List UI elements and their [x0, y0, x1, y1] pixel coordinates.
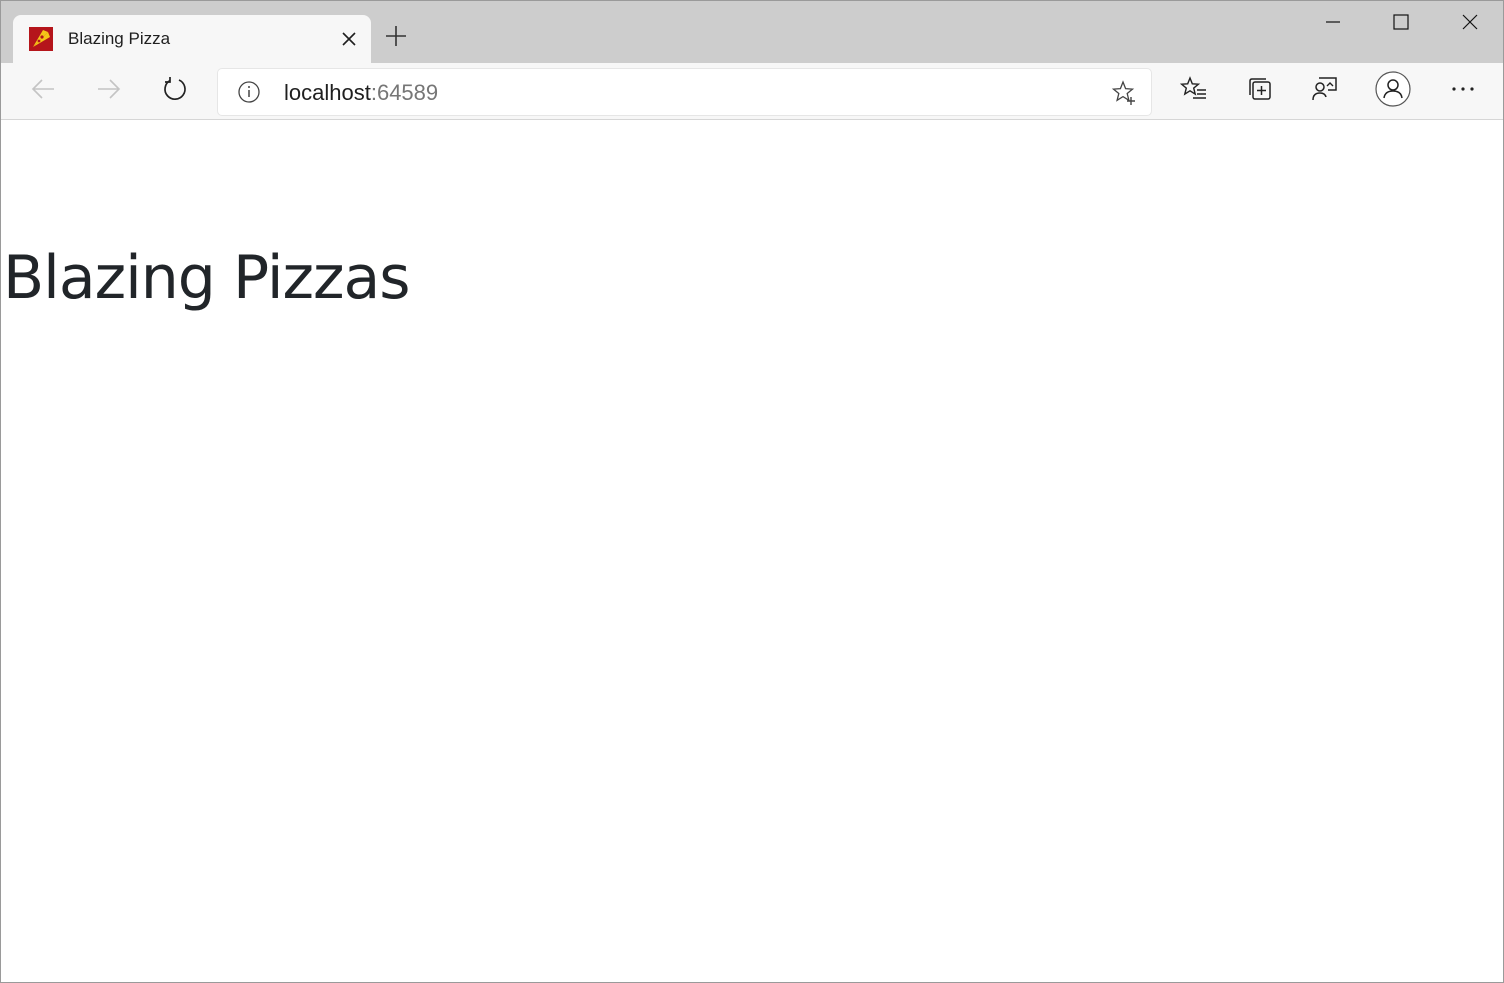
browser-toolbar: localhost:64589 — [1, 63, 1503, 120]
refresh-icon — [162, 76, 188, 107]
minimize-button[interactable] — [1310, 7, 1356, 41]
favorites-list-icon — [1179, 75, 1208, 108]
tab-title: Blazing Pizza — [68, 29, 171, 48]
forward-button[interactable] — [91, 73, 127, 109]
close-icon[interactable] — [337, 27, 361, 51]
page-content: Blazing Pizzas — [1, 121, 1503, 982]
maximize-icon — [1393, 13, 1409, 35]
back-button[interactable] — [25, 73, 61, 109]
browser-window: Blazing Pizza localhost:64589 Blazing Pi… — [0, 0, 1504, 983]
maximize-button[interactable] — [1378, 7, 1424, 41]
page-heading: Blazing Pizzas — [3, 243, 410, 313]
new-tab-button[interactable] — [381, 23, 411, 53]
plus-icon — [385, 25, 407, 52]
tab-strip: Blazing Pizza — [1, 1, 1503, 63]
window-close-button[interactable] — [1447, 7, 1493, 41]
refresh-button[interactable] — [157, 73, 193, 109]
url-host: localhost — [284, 80, 371, 105]
info-icon[interactable] — [237, 80, 261, 104]
favorites-button[interactable] — [1176, 73, 1212, 109]
more-icon — [1450, 76, 1476, 107]
address-bar[interactable]: localhost:64589 — [218, 69, 1151, 115]
star-plus-icon[interactable] — [1111, 80, 1137, 106]
url-port: :64589 — [370, 80, 439, 105]
profile-icon — [1375, 70, 1411, 112]
collections-icon — [1246, 75, 1274, 108]
arrow-right-icon — [96, 76, 122, 107]
minimize-icon — [1325, 14, 1341, 35]
arrow-left-icon — [30, 76, 56, 107]
close-icon — [1462, 14, 1478, 35]
feedback-button[interactable] — [1307, 73, 1343, 109]
address-url[interactable]: localhost:64589 — [284, 80, 438, 106]
pizza-slice-icon — [29, 27, 53, 51]
tab-blazing-pizza[interactable]: Blazing Pizza — [13, 15, 371, 63]
more-button[interactable] — [1445, 73, 1481, 109]
profile-button[interactable] — [1375, 70, 1411, 112]
collections-button[interactable] — [1242, 73, 1278, 109]
feedback-icon — [1311, 75, 1339, 108]
